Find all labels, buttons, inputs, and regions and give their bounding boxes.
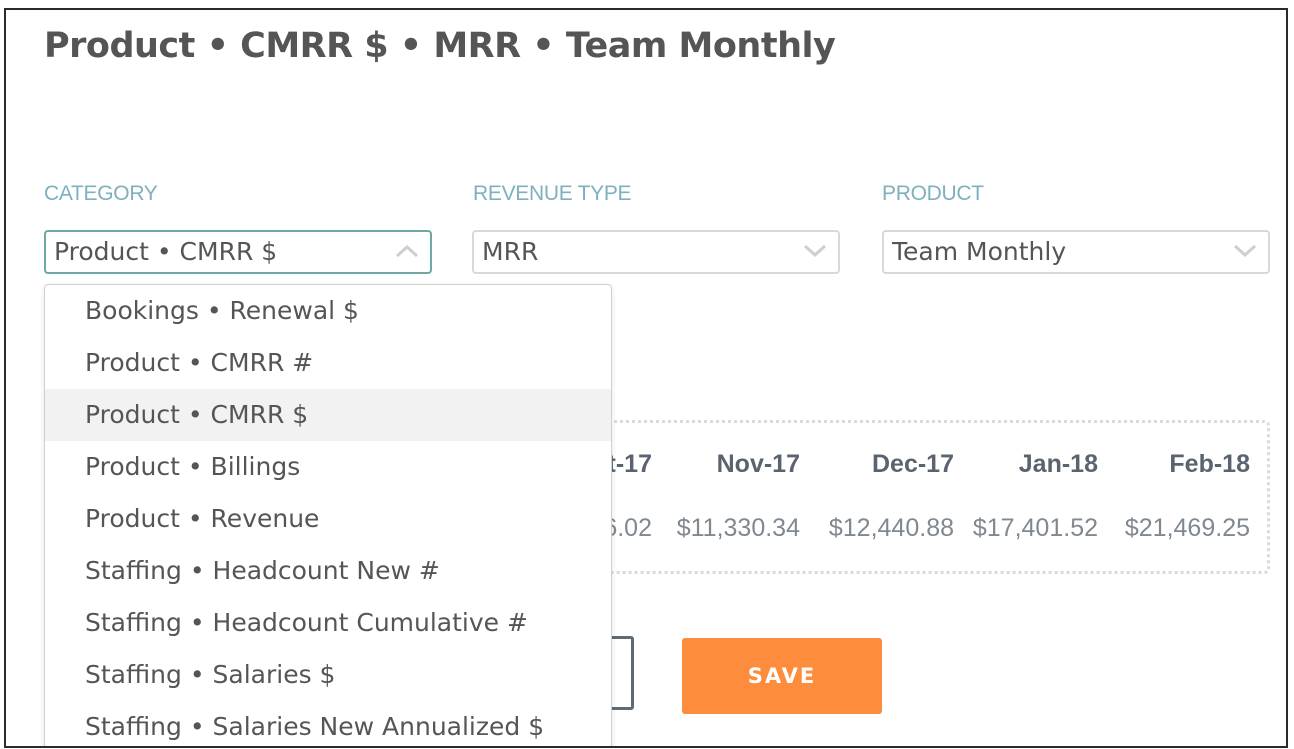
column-value: $21,469.25 [1124,514,1250,542]
category-dropdown-menu[interactable]: Bookings • Renewal $ Product • CMRR # Pr… [44,284,612,746]
column-value: $11,330.34 [676,514,800,542]
dropdown-option[interactable]: Staffing • Salaries New Annualized $ [45,701,611,746]
dropdown-option[interactable]: Product • CMRR # [45,337,611,389]
revenue-type-label: REVENUE TYPE [473,182,632,205]
revenue-type-select-value: MRR [482,237,539,266]
save-button[interactable]: SAVE [682,638,882,714]
column-header: Feb-18 [1169,450,1250,478]
dropdown-option[interactable]: Staffing • Headcount New # [45,545,611,597]
column-header: Dec-17 [872,450,954,478]
category-select[interactable]: Product • CMRR $ [44,230,432,274]
dropdown-option[interactable]: Product • Revenue [45,493,611,545]
column-value: $12,440.88 [828,514,954,542]
column-header: Nov-17 [716,450,800,478]
category-label: CATEGORY [44,182,158,205]
chevron-down-icon [1232,238,1258,264]
dropdown-option[interactable]: Staffing • Headcount Cumulative # [45,597,611,649]
dropdown-option-highlighted[interactable]: Product • CMRR $ [45,389,611,441]
product-select-value: Team Monthly [892,237,1067,266]
column-value: $17,401.52 [972,514,1098,542]
product-label: PRODUCT [882,182,984,205]
column-header: Jan-18 [1018,450,1098,478]
dropdown-option[interactable]: Staffing • Salaries $ [45,649,611,701]
chevron-down-icon [802,238,828,264]
dropdown-option[interactable]: Product • Billings [45,441,611,493]
category-select-value: Product • CMRR $ [54,237,278,266]
dropdown-option[interactable]: Bookings • Renewal $ [45,285,611,337]
revenue-type-select[interactable]: MRR [472,230,840,274]
product-select[interactable]: Team Monthly [882,230,1270,274]
chevron-up-icon [394,238,420,264]
editor-frame: Product • CMRR $ • MRR • Team Monthly CA… [4,8,1288,748]
page-title: Product • CMRR $ • MRR • Team Monthly [44,26,836,66]
